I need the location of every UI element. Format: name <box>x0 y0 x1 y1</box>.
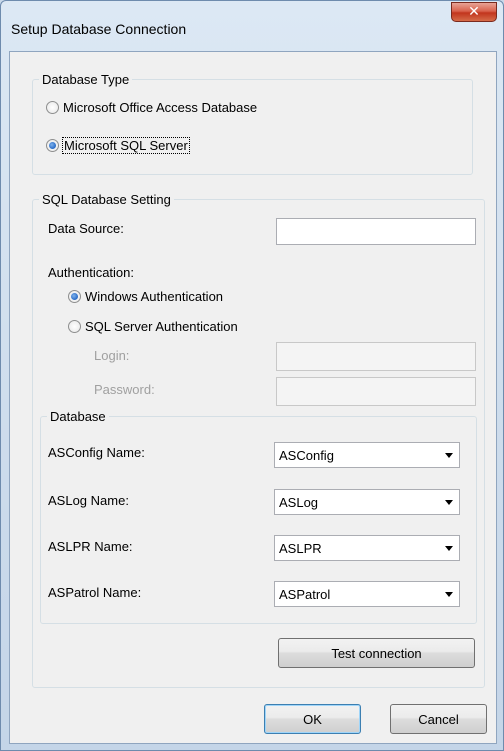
chevron-down-icon[interactable] <box>445 546 453 551</box>
aspatrol-name-value: ASPatrol <box>279 586 331 602</box>
data-source-label: Data Source: <box>48 221 124 236</box>
asconfig-name-label: ASConfig Name: <box>48 445 145 460</box>
close-button[interactable]: ✕ <box>451 2 497 22</box>
cancel-button[interactable]: Cancel <box>390 704 487 734</box>
radio-sql-server-indicator[interactable] <box>46 139 59 152</box>
radio-sql-auth-label: SQL Server Authentication <box>85 319 238 334</box>
radio-windows-authentication[interactable]: Windows Authentication <box>68 289 223 304</box>
test-connection-button[interactable]: Test connection <box>278 638 475 668</box>
dialog-window: Setup Database Connection ✕ Database Typ… <box>0 0 504 751</box>
window-title: Setup Database Connection <box>11 21 187 37</box>
chevron-down-icon[interactable] <box>445 592 453 597</box>
aslog-name-label: ASLog Name: <box>48 493 129 508</box>
database-legend: Database <box>50 409 106 424</box>
chevron-down-icon[interactable] <box>445 453 453 458</box>
aspatrol-name-label: ASPatrol Name: <box>48 585 142 600</box>
password-input[interactable] <box>276 377 476 406</box>
login-label: Login: <box>94 348 130 363</box>
asconfig-name-value: ASConfig <box>279 447 334 463</box>
radio-sql-server-authentication[interactable]: SQL Server Authentication <box>68 319 238 334</box>
aslpr-name-select[interactable]: ASLPR <box>274 535 460 561</box>
database-type-group: Database Type <box>32 72 473 175</box>
radio-sql-server-label: Microsoft SQL Server <box>62 137 190 154</box>
aspatrol-name-select[interactable]: ASPatrol <box>274 581 460 607</box>
aslog-name-select[interactable]: ASLog <box>274 489 460 515</box>
radio-access-label: Microsoft Office Access Database <box>63 100 258 115</box>
radio-windows-auth-label: Windows Authentication <box>85 289 224 304</box>
sql-setting-legend: SQL Database Setting <box>42 192 171 207</box>
asconfig-name-select[interactable]: ASConfig <box>274 442 460 468</box>
login-input[interactable] <box>276 342 476 371</box>
radio-access-database[interactable]: Microsoft Office Access Database <box>46 100 257 115</box>
radio-windows-auth-indicator[interactable] <box>68 290 81 303</box>
dialog-client-area: Database Type Microsoft Office Access Da… <box>9 51 497 744</box>
data-source-input[interactable] <box>276 218 476 245</box>
password-label: Password: <box>94 382 155 397</box>
authentication-label: Authentication: <box>48 265 135 280</box>
radio-sql-auth-indicator[interactable] <box>68 320 81 333</box>
ok-button[interactable]: OK <box>264 704 361 734</box>
database-type-legend: Database Type <box>42 72 130 87</box>
aslog-name-value: ASLog <box>279 494 319 510</box>
radio-access-indicator[interactable] <box>46 101 59 114</box>
radio-sql-server[interactable]: Microsoft SQL Server <box>46 137 190 154</box>
close-icon: ✕ <box>468 4 480 20</box>
aslpr-name-label: ASLPR Name: <box>48 539 133 554</box>
aslpr-name-value: ASLPR <box>279 540 322 556</box>
chevron-down-icon[interactable] <box>445 500 453 505</box>
